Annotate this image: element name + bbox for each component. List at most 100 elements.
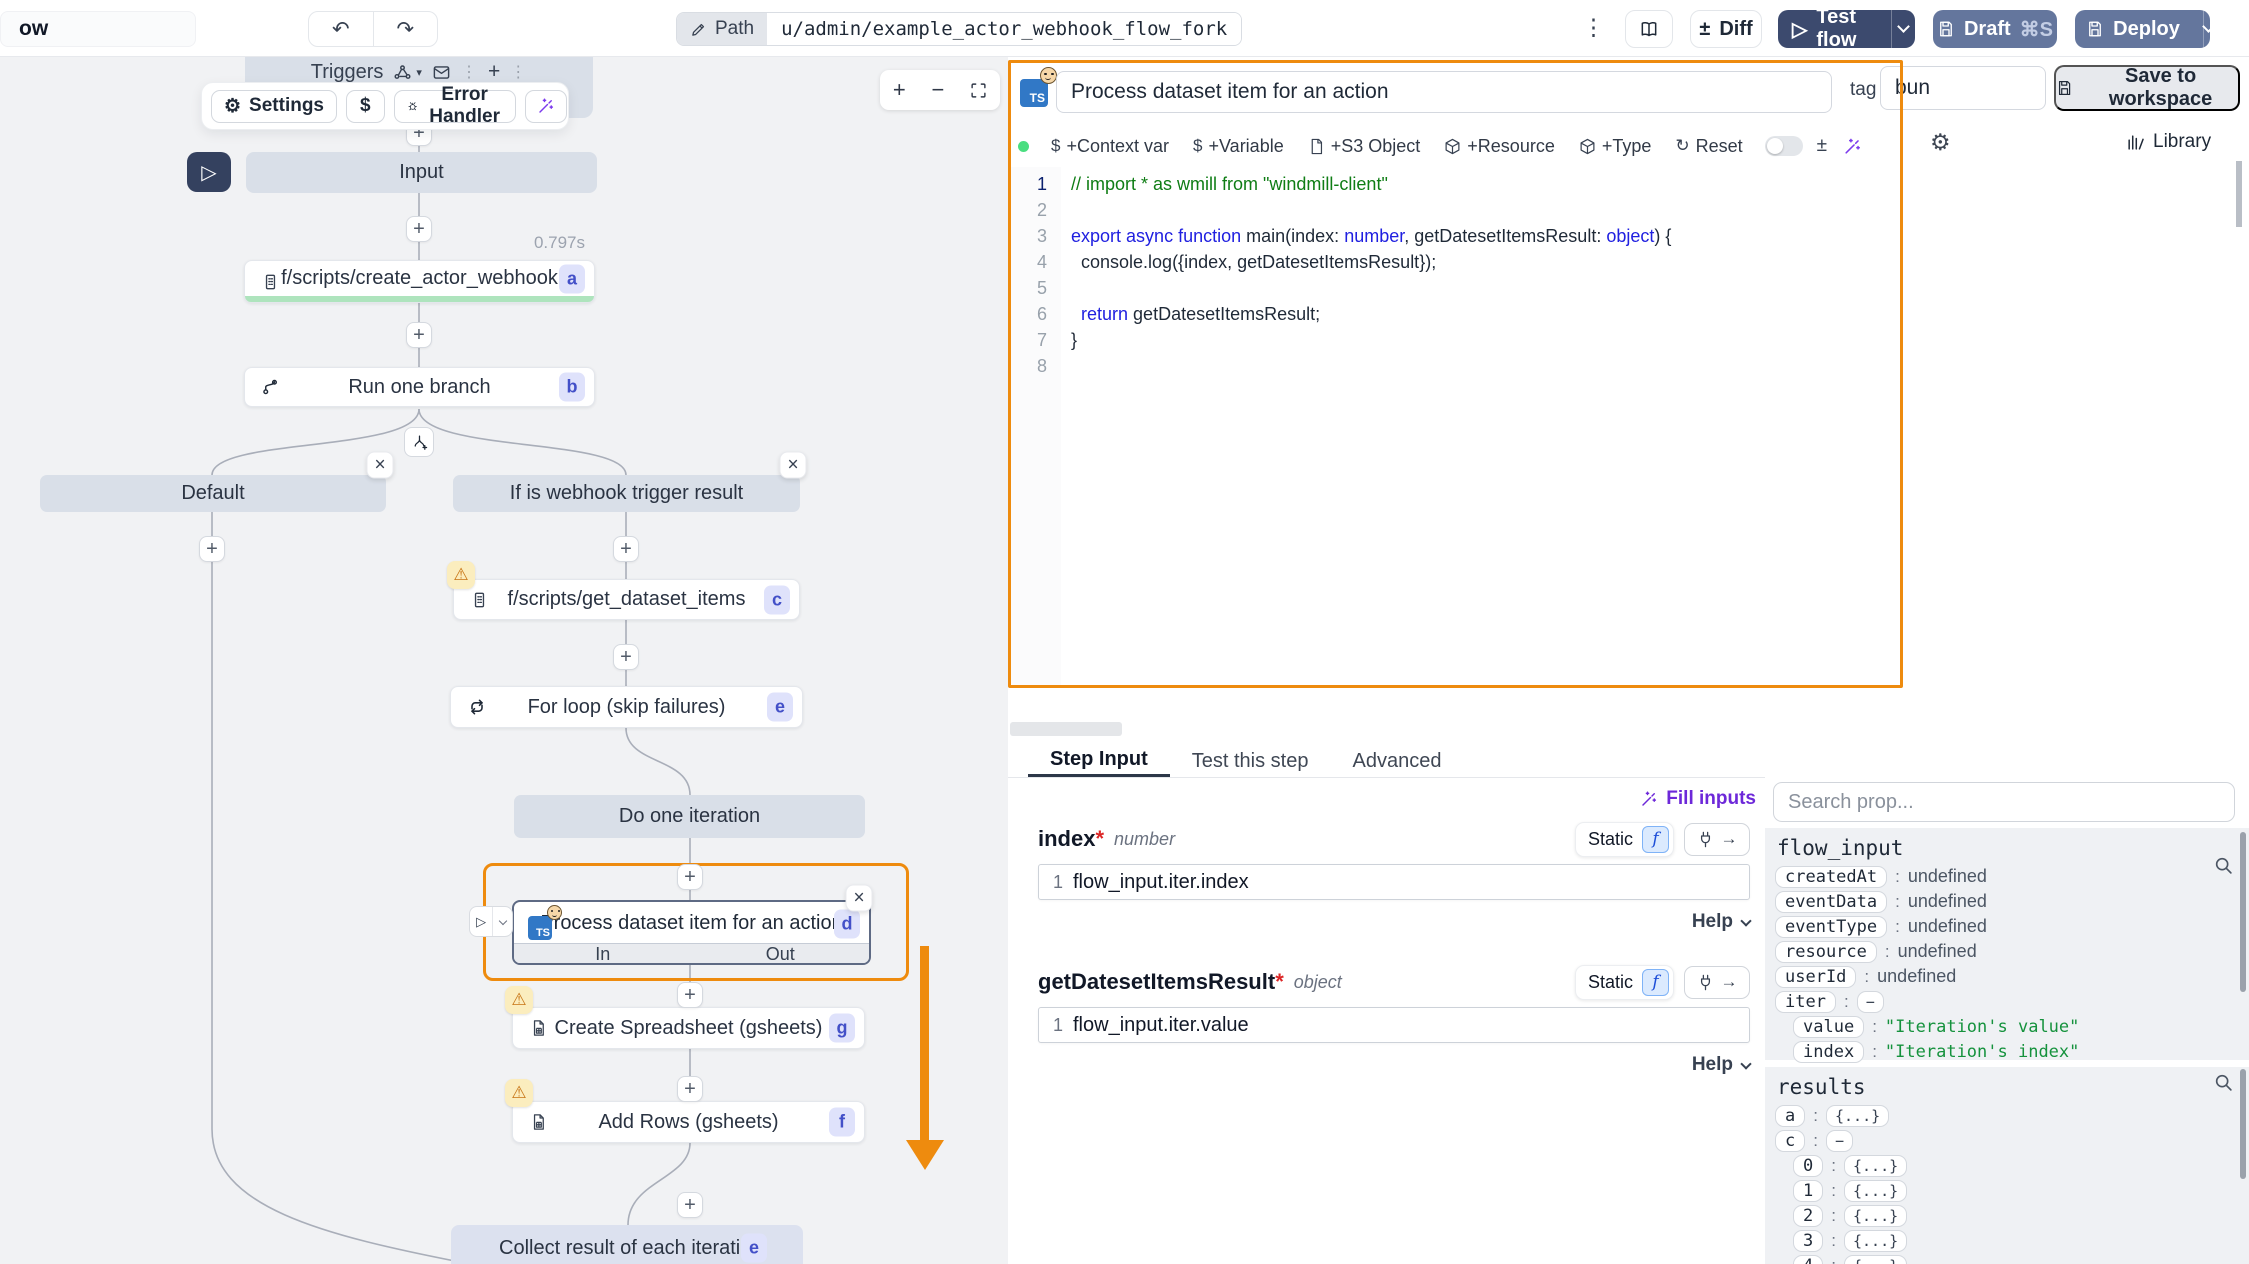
prop-value[interactable]: {...} — [1844, 1230, 1907, 1252]
prop-key[interactable]: createdAt — [1775, 866, 1887, 888]
add-type-button[interactable]: +Type — [1579, 136, 1652, 157]
prop-key[interactable]: 0 — [1793, 1155, 1823, 1177]
flow-branch-default[interactable]: Default — [40, 475, 386, 512]
fit-view-button[interactable] — [970, 82, 987, 99]
prop-key[interactable]: eventType — [1775, 916, 1887, 938]
insert-step-button[interactable]: + — [613, 536, 639, 562]
editor-hscrollbar[interactable] — [1010, 722, 1122, 736]
fill-inputs-button[interactable]: Fill inputs — [1008, 788, 1756, 810]
deploy-dropdown[interactable] — [2203, 10, 2213, 48]
prop-key[interactable]: 4 — [1793, 1255, 1823, 1264]
flow-node-process-item[interactable]: TS Process dataset item for an action d … — [512, 900, 871, 965]
scrollbar[interactable] — [2240, 832, 2246, 992]
editor-scrollbar[interactable] — [2236, 161, 2242, 227]
flow-name-chip[interactable]: ow — [0, 11, 196, 47]
prop-key[interactable]: 1 — [1793, 1180, 1823, 1202]
prop-key[interactable]: a — [1775, 1105, 1805, 1127]
prop-value[interactable]: {...} — [1844, 1205, 1907, 1227]
add-resource-button[interactable]: +Resource — [1444, 136, 1555, 157]
code-editor[interactable]: 12345678 // import * as wmill from "wind… — [1011, 167, 1900, 685]
flow-node-add-rows[interactable]: Add Rows (gsheets) f — [512, 1101, 865, 1143]
ai-assistant-button[interactable] — [525, 90, 567, 123]
add-s3-object-button[interactable]: +S3 Object — [1308, 136, 1421, 157]
flow-node-create-spreadsheet[interactable]: Create Spreadsheet (gsheets) g — [512, 1007, 865, 1049]
insert-step-button[interactable]: + — [677, 1192, 703, 1218]
editor-toggle[interactable] — [1765, 136, 1803, 156]
delete-branch-button[interactable]: × — [780, 452, 807, 479]
plus-minus-icon[interactable]: ± — [1817, 135, 1827, 157]
prop-key[interactable]: userId — [1775, 966, 1856, 988]
insert-step-button[interactable]: + — [406, 216, 432, 242]
flow-node-get-dataset-items[interactable]: f/scripts/get_dataset_items c — [453, 579, 800, 620]
insert-step-button[interactable]: + — [677, 1076, 703, 1102]
add-context-var-button[interactable]: $+Context var — [1051, 136, 1169, 157]
prop-key[interactable]: 2 — [1793, 1205, 1823, 1227]
settings-button[interactable]: ⚙Settings — [211, 90, 337, 123]
save-to-workspace-button[interactable]: Save to workspace — [2054, 65, 2240, 111]
prop-value[interactable]: {...} — [1844, 1155, 1907, 1177]
expression-input[interactable]: 1 flow_input.iter.value — [1038, 1007, 1750, 1043]
connect-button[interactable]: → — [1684, 823, 1750, 856]
zoom-in-button[interactable]: + — [893, 77, 906, 103]
search-icon[interactable] — [2213, 855, 2235, 877]
insert-step-button[interactable]: + — [199, 536, 225, 562]
function-mode-icon[interactable]: f — [1642, 969, 1669, 996]
tab-advanced[interactable]: Advanced — [1330, 745, 1463, 777]
prop-key[interactable]: c — [1775, 1130, 1805, 1152]
flow-node-create-webhook[interactable]: f/scripts/create_actor_webhook a — [244, 260, 595, 303]
add-trigger-button[interactable]: + — [488, 60, 500, 84]
tab-test-this-step[interactable]: Test this step — [1170, 745, 1331, 777]
library-button[interactable]: Library — [2126, 131, 2211, 153]
insert-step-button[interactable]: + — [677, 864, 703, 890]
insert-step-button[interactable]: + — [406, 322, 432, 348]
error-handler-button[interactable]: Error Handler — [394, 90, 517, 123]
prop-value[interactable]: − — [1857, 991, 1884, 1013]
prop-key[interactable]: eventData — [1775, 891, 1887, 913]
prop-key[interactable]: value — [1793, 1016, 1864, 1038]
function-mode-icon[interactable]: f — [1642, 826, 1669, 853]
static-toggle[interactable]: Static f — [1575, 822, 1674, 857]
more-menu-icon[interactable]: ⋮ — [1582, 14, 1605, 41]
static-toggle[interactable]: Static f — [1575, 965, 1674, 1000]
prop-key[interactable]: resource — [1775, 941, 1877, 963]
zoom-out-button[interactable]: − — [931, 77, 944, 103]
prop-value[interactable]: {...} — [1844, 1180, 1907, 1202]
help-toggle[interactable]: Help — [1038, 1054, 1750, 1076]
variables-button[interactable]: $ — [346, 90, 385, 123]
insert-step-button[interactable]: + — [613, 644, 639, 670]
path-breadcrumb[interactable]: Path u/admin/example_actor_webhook_flow_… — [676, 12, 1242, 46]
flow-node-run-one-branch[interactable]: Run one branch b — [244, 367, 595, 407]
prop-key[interactable]: index — [1793, 1041, 1864, 1063]
flow-node-input[interactable]: Input — [246, 152, 597, 193]
tag-input[interactable] — [1880, 66, 2046, 110]
flow-canvas[interactable]: Triggers ▾ ⋮ + ⋮ ⚙Settings $ Error Handl… — [0, 57, 1008, 1264]
redo-button[interactable]: ↷ — [374, 12, 438, 46]
step-title-input[interactable] — [1056, 71, 1832, 113]
search-prop-input[interactable] — [1773, 782, 2235, 822]
delete-step-button[interactable]: × — [846, 885, 873, 912]
run-step-button[interactable]: ▷ — [469, 906, 513, 937]
flow-branch-if-webhook[interactable]: If is webhook trigger result — [453, 475, 800, 512]
node-out-tab[interactable]: Out — [692, 944, 870, 963]
webhook-icon[interactable] — [393, 63, 412, 82]
mail-icon[interactable] — [432, 63, 451, 82]
help-toggle[interactable]: Help — [1038, 911, 1750, 933]
test-flow-dropdown[interactable] — [1891, 10, 1915, 48]
flow-node-do-one-iteration[interactable]: Do one iteration — [514, 795, 865, 838]
draft-button[interactable]: Draft ⌘S — [1933, 10, 2057, 48]
add-variable-button[interactable]: $+Variable — [1193, 136, 1284, 157]
test-flow-button[interactable]: ▷Test flow — [1778, 10, 1915, 48]
deploy-button[interactable]: Deploy — [2075, 10, 2210, 48]
diff-button[interactable]: ±Diff — [1690, 10, 1762, 48]
reset-button[interactable]: ↻Reset — [1675, 136, 1742, 157]
delete-branch-button[interactable]: × — [367, 452, 394, 479]
flow-node-for-loop[interactable]: For loop (skip failures) e — [450, 686, 803, 728]
magic-wand-icon[interactable] — [1843, 137, 1862, 156]
insert-step-button[interactable]: + — [677, 982, 703, 1008]
prop-key[interactable]: 3 — [1793, 1230, 1823, 1252]
connect-button[interactable]: → — [1684, 966, 1750, 999]
scrollbar[interactable] — [2240, 1069, 2246, 1179]
undo-button[interactable]: ↶ — [309, 12, 374, 46]
expression-input[interactable]: 1 flow_input.iter.index — [1038, 864, 1750, 900]
prop-value[interactable]: − — [1826, 1130, 1853, 1152]
